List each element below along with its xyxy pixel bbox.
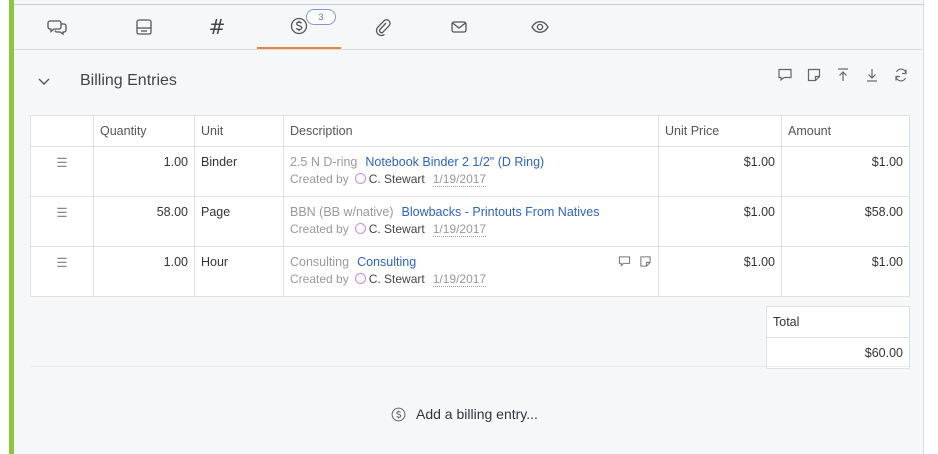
created-by-line: Created by C. Stewart 1/19/2017 bbox=[290, 222, 652, 237]
item-link[interactable]: Notebook Binder 2 1/2" (D Ring) bbox=[365, 155, 544, 169]
note-icon[interactable] bbox=[806, 67, 822, 83]
column-header-amount: Amount bbox=[781, 115, 910, 147]
created-by-label: Created by bbox=[290, 172, 349, 186]
total-table: Total $60.00 bbox=[766, 306, 910, 369]
created-date: 1/19/2017 bbox=[432, 172, 487, 187]
tab-billing[interactable]: 3 bbox=[257, 5, 341, 49]
download-icon[interactable] bbox=[864, 67, 880, 83]
quantity-cell[interactable]: 1.00 bbox=[93, 146, 195, 197]
user-avatar bbox=[354, 173, 366, 184]
column-header-unit: Unit bbox=[194, 115, 284, 147]
amount-cell: $1.00 bbox=[781, 146, 910, 197]
unit-cell[interactable]: Binder bbox=[194, 146, 284, 197]
add-billing-entry-button[interactable]: Add a billing entry... bbox=[391, 406, 538, 422]
description-cell: 2.5 N D-ring Notebook Binder 2 1/2" (D Ri… bbox=[283, 146, 659, 197]
quantity-cell[interactable]: 58.00 bbox=[93, 196, 195, 247]
row-actions bbox=[610, 255, 652, 271]
created-date: 1/19/2017 bbox=[432, 272, 487, 287]
total-label: Total bbox=[766, 306, 910, 338]
drag-handle-icon[interactable]: ☰ bbox=[30, 196, 94, 247]
created-by-label: Created by bbox=[290, 272, 349, 286]
mail-icon bbox=[451, 21, 467, 33]
section-title: Billing Entries bbox=[80, 72, 177, 89]
add-billing-entry-label: Add a billing entry... bbox=[416, 406, 538, 422]
created-by-user[interactable]: C. Stewart bbox=[369, 272, 425, 286]
tab-watchers[interactable] bbox=[498, 5, 582, 49]
chevron-down-icon[interactable] bbox=[37, 77, 51, 87]
unit-cell[interactable]: Page bbox=[194, 196, 284, 247]
table-row[interactable]: ☰ 1.00 Hour Consulting Consulting Created… bbox=[30, 246, 910, 297]
form-icon bbox=[136, 19, 152, 35]
accent-bar bbox=[9, 0, 14, 454]
created-by-line: Created by C. Stewart 1/19/2017 bbox=[290, 272, 652, 287]
unit-price-cell[interactable]: $1.00 bbox=[658, 146, 782, 197]
table-row[interactable]: ☰ 58.00 Page BBN (BB w/native) Blowbacks … bbox=[30, 196, 910, 247]
item-link[interactable]: Blowbacks - Printouts From Natives bbox=[402, 205, 600, 219]
drag-handle-icon[interactable]: ☰ bbox=[30, 146, 94, 197]
tab-form[interactable] bbox=[102, 5, 186, 49]
column-header-unit-price: Unit Price bbox=[658, 115, 782, 147]
tab-attachments[interactable] bbox=[340, 5, 424, 49]
section-actions bbox=[777, 67, 909, 83]
quantity-cell[interactable]: 1.00 bbox=[93, 246, 195, 297]
item-code: Consulting bbox=[290, 255, 350, 269]
billing-count-badge: 3 bbox=[306, 9, 336, 25]
created-by-label: Created by bbox=[290, 222, 349, 236]
tab-tags[interactable]: # bbox=[175, 5, 259, 49]
amount-cell: $58.00 bbox=[781, 196, 910, 247]
unit-cell[interactable]: Hour bbox=[194, 246, 284, 297]
paperclip-icon bbox=[375, 19, 391, 37]
created-by-user[interactable]: C. Stewart bbox=[369, 222, 425, 236]
unit-price-cell[interactable]: $1.00 bbox=[658, 196, 782, 247]
total-value: $60.00 bbox=[766, 337, 910, 369]
item-link[interactable]: Consulting bbox=[357, 255, 416, 269]
column-header-drag bbox=[30, 115, 94, 147]
tab-email[interactable] bbox=[417, 5, 501, 49]
comment-icon[interactable] bbox=[618, 255, 631, 268]
created-by-line: Created by C. Stewart 1/19/2017 bbox=[290, 172, 652, 187]
upload-icon[interactable] bbox=[835, 67, 851, 83]
amount-cell: $1.00 bbox=[781, 246, 910, 297]
created-by-user[interactable]: C. Stewart bbox=[369, 172, 425, 186]
item-code: BBN (BB w/native) bbox=[290, 205, 394, 219]
unit-price-cell[interactable]: $1.00 bbox=[658, 246, 782, 297]
tab-bar: # 3 bbox=[14, 5, 922, 50]
description-cell: Consulting Consulting Created by C. Stewar… bbox=[283, 246, 659, 297]
billing-icon bbox=[391, 407, 406, 421]
description-cell: BBN (BB w/native) Blowbacks - Printouts F… bbox=[283, 196, 659, 247]
table-header-row: Quantity Unit Description Unit Price Amo… bbox=[30, 115, 910, 147]
comments-icon bbox=[47, 20, 67, 36]
column-header-description: Description bbox=[283, 115, 659, 147]
user-avatar bbox=[354, 223, 366, 234]
item-code: 2.5 N D-ring bbox=[290, 155, 358, 169]
refresh-icon[interactable] bbox=[893, 67, 909, 83]
comment-icon[interactable] bbox=[777, 67, 793, 83]
table-row[interactable]: ☰ 1.00 Binder 2.5 N D-ring Notebook Binde… bbox=[30, 146, 910, 197]
billing-entries-table: Quantity Unit Description Unit Price Amo… bbox=[30, 115, 910, 297]
eye-icon bbox=[531, 21, 549, 33]
hash-icon: # bbox=[208, 15, 226, 39]
drag-handle-icon[interactable]: ☰ bbox=[30, 246, 94, 297]
note-icon[interactable] bbox=[639, 255, 652, 268]
divider bbox=[30, 366, 910, 367]
column-header-quantity: Quantity bbox=[93, 115, 195, 147]
user-avatar bbox=[354, 273, 366, 284]
created-date: 1/19/2017 bbox=[432, 222, 487, 237]
tab-comments[interactable] bbox=[15, 5, 99, 49]
